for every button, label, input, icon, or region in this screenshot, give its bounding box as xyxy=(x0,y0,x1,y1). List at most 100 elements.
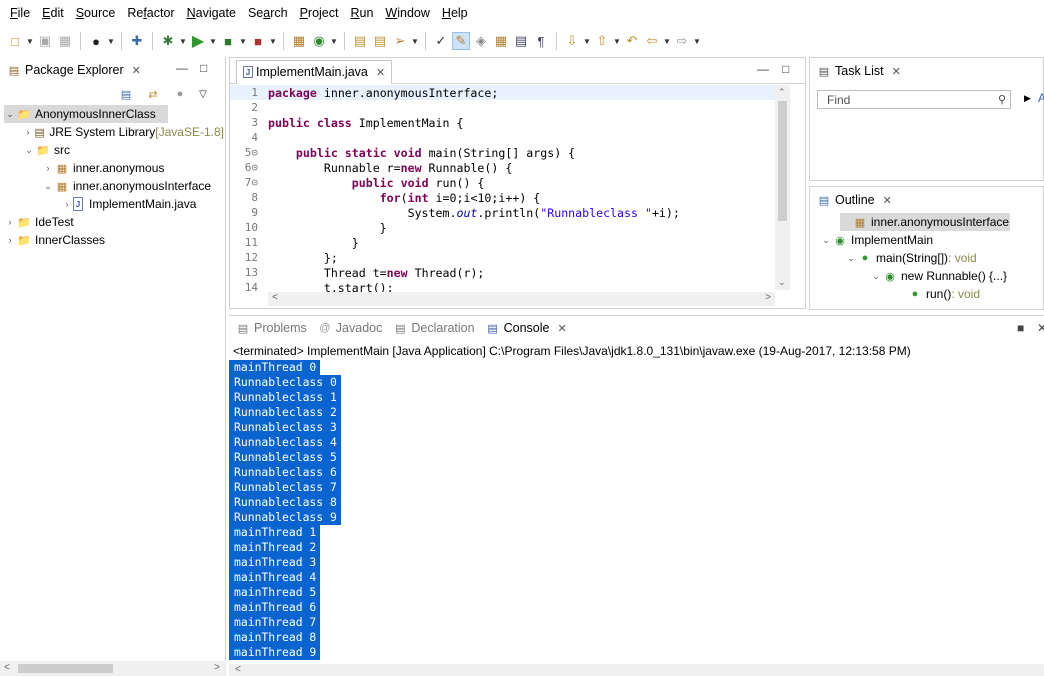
find-field[interactable]: Find ⚲ xyxy=(817,90,1011,109)
show-whitespace-icon[interactable]: ¶ xyxy=(532,32,550,50)
close-icon[interactable]: ✕ xyxy=(376,66,385,79)
external-tools-dropdown-icon[interactable]: ▼ xyxy=(269,37,277,46)
outline-tab[interactable]: ▤ Outline ✕ xyxy=(810,187,1043,213)
open-type-icon[interactable]: ▤ xyxy=(351,32,369,50)
menu-edit[interactable]: Edit xyxy=(36,6,70,20)
outline-item[interactable]: ⌄ ◉ ImplementMain xyxy=(810,231,1044,249)
last-edit-location-icon[interactable]: ↶ xyxy=(623,32,641,50)
menu-run[interactable]: Run xyxy=(344,6,379,20)
tab-javadoc[interactable]: @ Javadoc xyxy=(317,321,382,335)
tree-item[interactable]: › J ImplementMain.java xyxy=(4,195,224,213)
focus-task-icon[interactable]: ● xyxy=(172,87,188,101)
maximize-icon[interactable]: □ xyxy=(200,61,207,75)
tree-item[interactable]: › ▦ inner.anonymous xyxy=(4,159,224,177)
menu-window[interactable]: Window xyxy=(379,6,435,20)
previous-annotation-dropdown-icon[interactable]: ▼ xyxy=(613,37,621,46)
search-icon[interactable]: ⚲ xyxy=(998,93,1006,106)
tree-item[interactable]: › 📁 IdeTest xyxy=(4,213,224,231)
collapse-arrow-icon[interactable]: ⌄ xyxy=(23,145,35,156)
back-dropdown-icon[interactable]: ▼ xyxy=(663,37,671,46)
profile-icon[interactable]: ● xyxy=(87,32,105,50)
close-icon[interactable]: ✕ xyxy=(883,194,892,207)
forward-icon[interactable]: ⇨ xyxy=(673,32,691,50)
link-with-editor-icon[interactable]: ⇄ xyxy=(145,87,161,101)
console-toolbar-icon[interactable]: ■ xyxy=(1017,321,1024,335)
expand-arrow-icon[interactable]: › xyxy=(4,235,16,245)
more-label[interactable]: A xyxy=(1038,91,1044,105)
menu-source[interactable]: Source xyxy=(70,6,122,20)
expand-arrow-icon[interactable]: ▶ xyxy=(1024,93,1031,104)
vertical-scrollbar[interactable]: ⌃ ⌄ xyxy=(775,85,790,290)
coverage-dropdown-icon[interactable]: ▼ xyxy=(239,37,247,46)
new-class-dropdown-icon[interactable]: ▼ xyxy=(330,37,338,46)
tab-problems[interactable]: ▤ Problems xyxy=(235,321,307,335)
search-dropdown-icon[interactable]: ▼ xyxy=(411,37,419,46)
new-icon[interactable]: □ xyxy=(6,32,24,50)
close-icon[interactable]: ✕ xyxy=(1037,321,1044,335)
menu-file[interactable]: File xyxy=(4,6,36,20)
task-list-tab[interactable]: ▤ Task List ✕ xyxy=(810,58,1043,84)
outline-item[interactable]: ⌄ ● main(String[]) : void xyxy=(810,249,1044,267)
save-all-icon[interactable]: ▦ xyxy=(56,32,74,50)
console-output[interactable]: mainThread 0 Runnableclass 0 Runnableclass… xyxy=(229,360,341,660)
expand-arrow-icon[interactable]: › xyxy=(61,199,73,209)
collapse-all-icon[interactable]: ▤ xyxy=(118,87,134,101)
close-icon[interactable]: ✕ xyxy=(557,322,566,335)
menu-help[interactable]: Help xyxy=(436,6,474,20)
annotation-icon[interactable]: ✓ xyxy=(432,32,450,50)
horizontal-scrollbar[interactable]: < xyxy=(229,664,1044,676)
expand-arrow-icon[interactable]: › xyxy=(42,163,54,173)
tree-item[interactable]: ⌄ 📁 AnonymousInnerClass xyxy=(4,105,168,123)
menu-project[interactable]: Project xyxy=(294,6,345,20)
forward-dropdown-icon[interactable]: ▼ xyxy=(693,37,701,46)
menu-refactor[interactable]: Refactor xyxy=(121,6,180,20)
minimize-icon[interactable]: — xyxy=(176,61,188,75)
menu-navigate[interactable]: Navigate xyxy=(181,6,242,20)
minimize-icon[interactable]: — xyxy=(757,62,769,76)
tree-item[interactable]: ⌄ 📁 src xyxy=(4,141,224,159)
debug-dropdown-icon[interactable]: ▼ xyxy=(179,37,187,46)
collapse-arrow-icon[interactable]: ⌄ xyxy=(820,235,832,246)
maximize-icon[interactable]: □ xyxy=(782,62,789,76)
expand-arrow-icon[interactable]: › xyxy=(23,127,33,137)
new-dropdown-icon[interactable]: ▼ xyxy=(26,37,34,46)
tab-console[interactable]: ▤ Console ✕ xyxy=(485,321,566,335)
profile-dropdown-icon[interactable]: ▼ xyxy=(107,37,115,46)
block-selection-icon[interactable]: ◈ xyxy=(472,32,490,50)
tree-item[interactable]: ⌄ ▦ inner.anonymousInterface xyxy=(4,177,224,195)
new-java-project-icon[interactable]: ▦ xyxy=(290,32,308,50)
run-icon[interactable]: ▶ xyxy=(189,32,207,50)
breadcrumb-icon[interactable]: ▦ xyxy=(492,32,510,50)
tab-declaration[interactable]: ▤ Declaration xyxy=(392,321,474,335)
outline-item[interactable]: ▦ inner.anonymousInterface xyxy=(840,213,1010,231)
open-task-icon[interactable]: ▤ xyxy=(371,32,389,50)
outline-item[interactable]: ● run() : void xyxy=(810,285,1044,303)
tree-item[interactable]: › ▤ JRE System Library [JavaSE-1.8] xyxy=(4,123,224,141)
new-class-icon[interactable]: ◉ xyxy=(310,32,328,50)
outline-item[interactable]: ⌄ ◉ new Runnable() {...} xyxy=(810,267,1044,285)
word-wrap-icon[interactable]: ▤ xyxy=(512,32,530,50)
editor-tab[interactable]: J ImplementMain.java ✕ xyxy=(236,59,393,84)
next-annotation-dropdown-icon[interactable]: ▼ xyxy=(583,37,591,46)
package-explorer-tab[interactable]: ▤ Package Explorer ✕ xyxy=(0,57,225,83)
horizontal-scrollbar[interactable]: < > xyxy=(268,292,775,306)
skip-breakpoints-icon[interactable]: ✚ xyxy=(128,32,146,50)
horizontal-scrollbar[interactable]: < > xyxy=(0,661,226,676)
run-dropdown-icon[interactable]: ▼ xyxy=(209,37,217,46)
collapse-arrow-icon[interactable]: ⌄ xyxy=(42,181,54,192)
collapse-arrow-icon[interactable]: ⌄ xyxy=(845,253,857,264)
mark-occurrences-icon[interactable]: ✎ xyxy=(452,32,470,50)
next-annotation-icon[interactable]: ⇩ xyxy=(563,32,581,50)
debug-icon[interactable]: ✱ xyxy=(159,32,177,50)
collapse-arrow-icon[interactable]: ⌄ xyxy=(4,109,16,120)
save-icon[interactable]: ▣ xyxy=(36,32,54,50)
collapse-arrow-icon[interactable]: ⌄ xyxy=(870,271,882,282)
tree-item[interactable]: › 📁 InnerClasses xyxy=(4,231,224,249)
code-area[interactable]: 1 package inner.anonymousInterface; 2 3 publ… xyxy=(230,85,790,295)
expand-arrow-icon[interactable]: › xyxy=(4,217,16,227)
search-icon[interactable]: ➢ xyxy=(391,32,409,50)
view-menu-icon[interactable]: ▽ xyxy=(199,89,207,100)
previous-annotation-icon[interactable]: ⇧ xyxy=(593,32,611,50)
menu-search[interactable]: Search xyxy=(242,6,294,20)
coverage-icon[interactable]: ■ xyxy=(219,32,237,50)
